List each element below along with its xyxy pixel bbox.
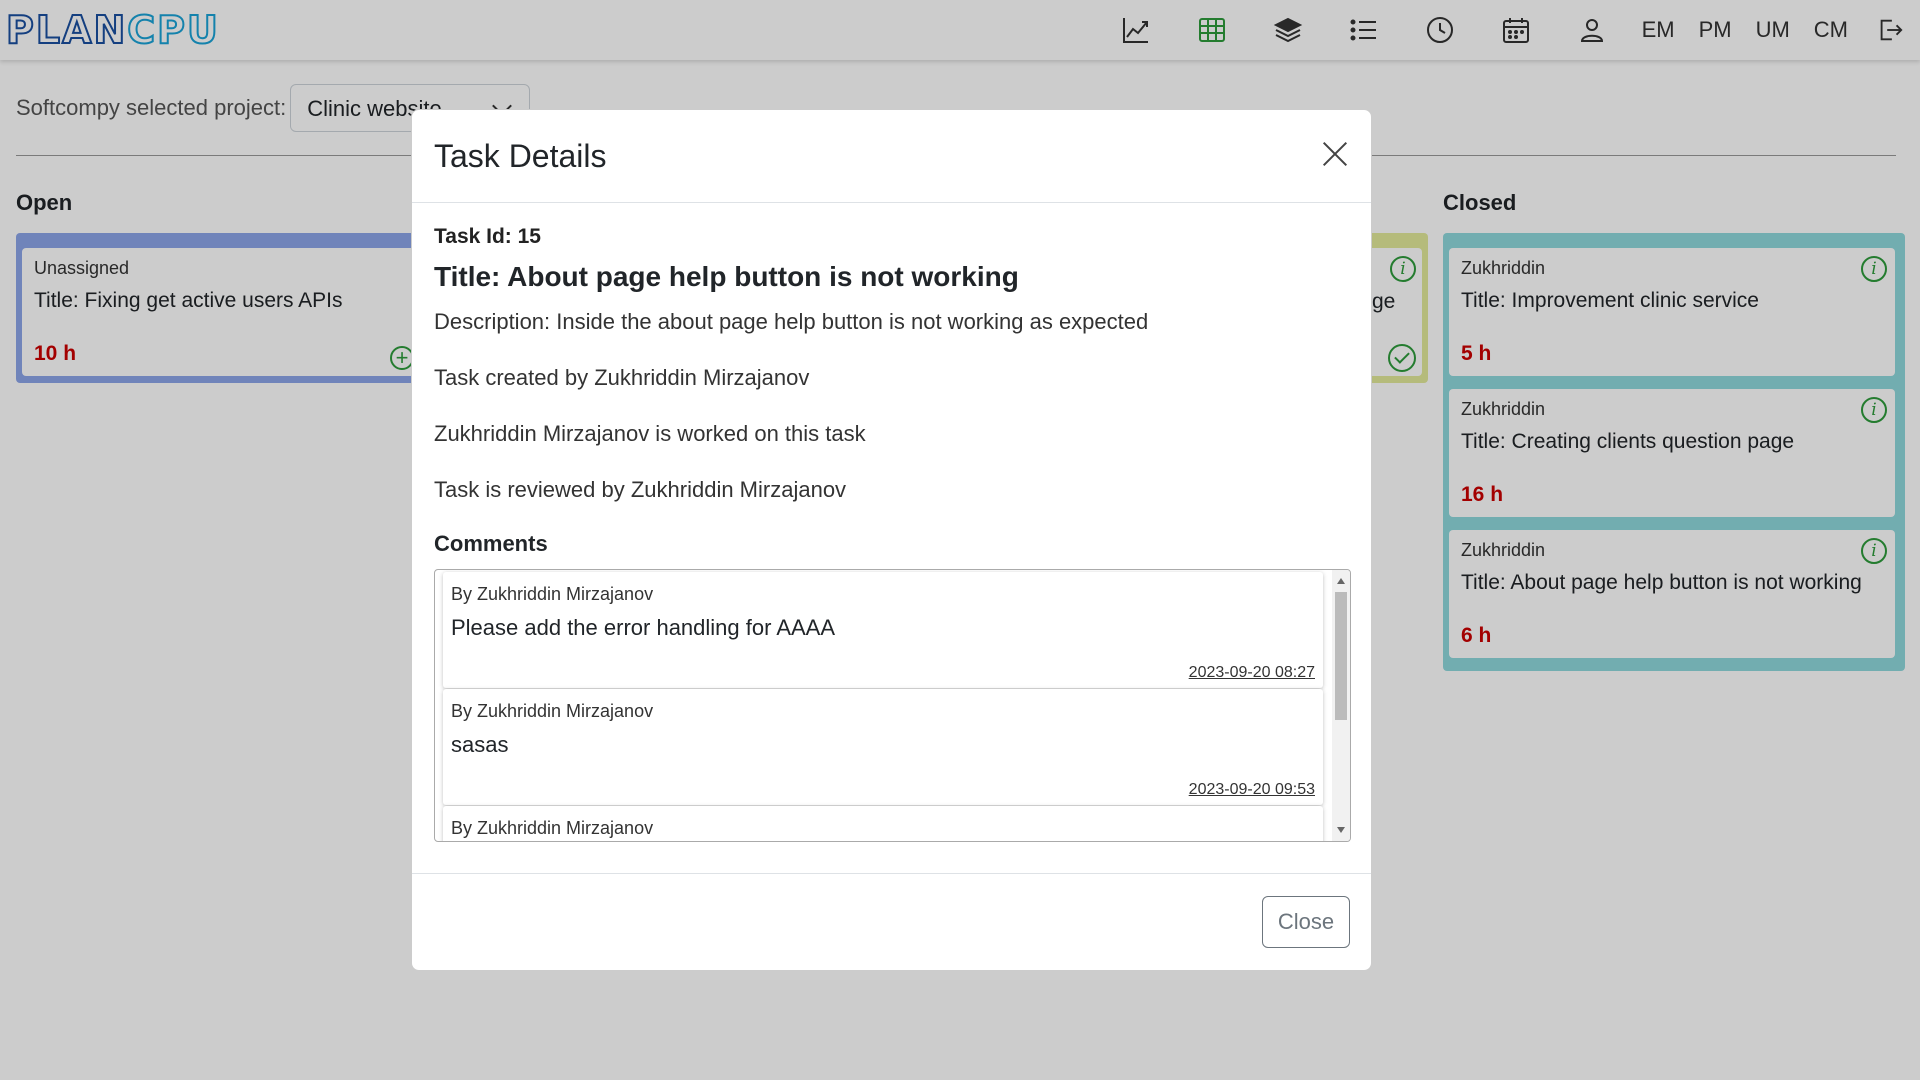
task-details-modal: Task Details Task Id: 15 Title: About pa…	[411, 109, 1372, 971]
scroll-up-arrow-icon[interactable]	[1337, 578, 1345, 584]
scroll-thumb[interactable]	[1335, 592, 1347, 720]
modal-footer: Close	[412, 873, 1371, 970]
comment-item: By Zukhriddin Mirzajanov sasas 2023-09-2…	[443, 689, 1323, 805]
comment-author: By Zukhriddin Mirzajanov	[451, 701, 654, 721]
comment-author: By Zukhriddin Mirzajanov	[451, 584, 654, 604]
comments-label: Comments	[434, 531, 548, 556]
task-reviewed-by: Task is reviewed by Zukhriddin Mirzajano…	[434, 477, 847, 502]
comments-list[interactable]: By Zukhriddin Mirzajanov Please add the …	[434, 569, 1351, 842]
close-icon[interactable]	[1319, 138, 1351, 170]
task-title: Title: About page help button is not wor…	[434, 261, 1019, 292]
comment-date[interactable]: 2023-09-20 08:27	[1189, 664, 1315, 682]
task-id: Task Id: 15	[434, 225, 541, 248]
comment-item: By Zukhriddin Mirzajanov Please add the …	[443, 572, 1323, 688]
comment-author: By Zukhriddin Mirzajanov	[451, 818, 654, 838]
close-button[interactable]: Close	[1262, 896, 1350, 948]
comment-date[interactable]: 2023-09-20 09:53	[1189, 781, 1315, 799]
comment-text: Please add the error handling for AAAA	[451, 615, 836, 640]
comment-item: By Zukhriddin Mirzajanov	[443, 806, 1323, 841]
scroll-down-arrow-icon[interactable]	[1337, 827, 1345, 833]
task-created-by: Task created by Zukhriddin Mirzajanov	[434, 365, 810, 390]
task-description: Description: Inside the about page help …	[434, 309, 1149, 334]
comments-scrollbar[interactable]	[1332, 570, 1350, 841]
modal-body: Task Id: 15 Title: About page help butto…	[412, 203, 1371, 842]
modal-header: Task Details	[412, 110, 1371, 203]
task-worked-by: Zukhriddin Mirzajanov is worked on this …	[434, 421, 866, 446]
comment-text: sasas	[451, 732, 509, 757]
modal-title: Task Details	[434, 138, 607, 174]
